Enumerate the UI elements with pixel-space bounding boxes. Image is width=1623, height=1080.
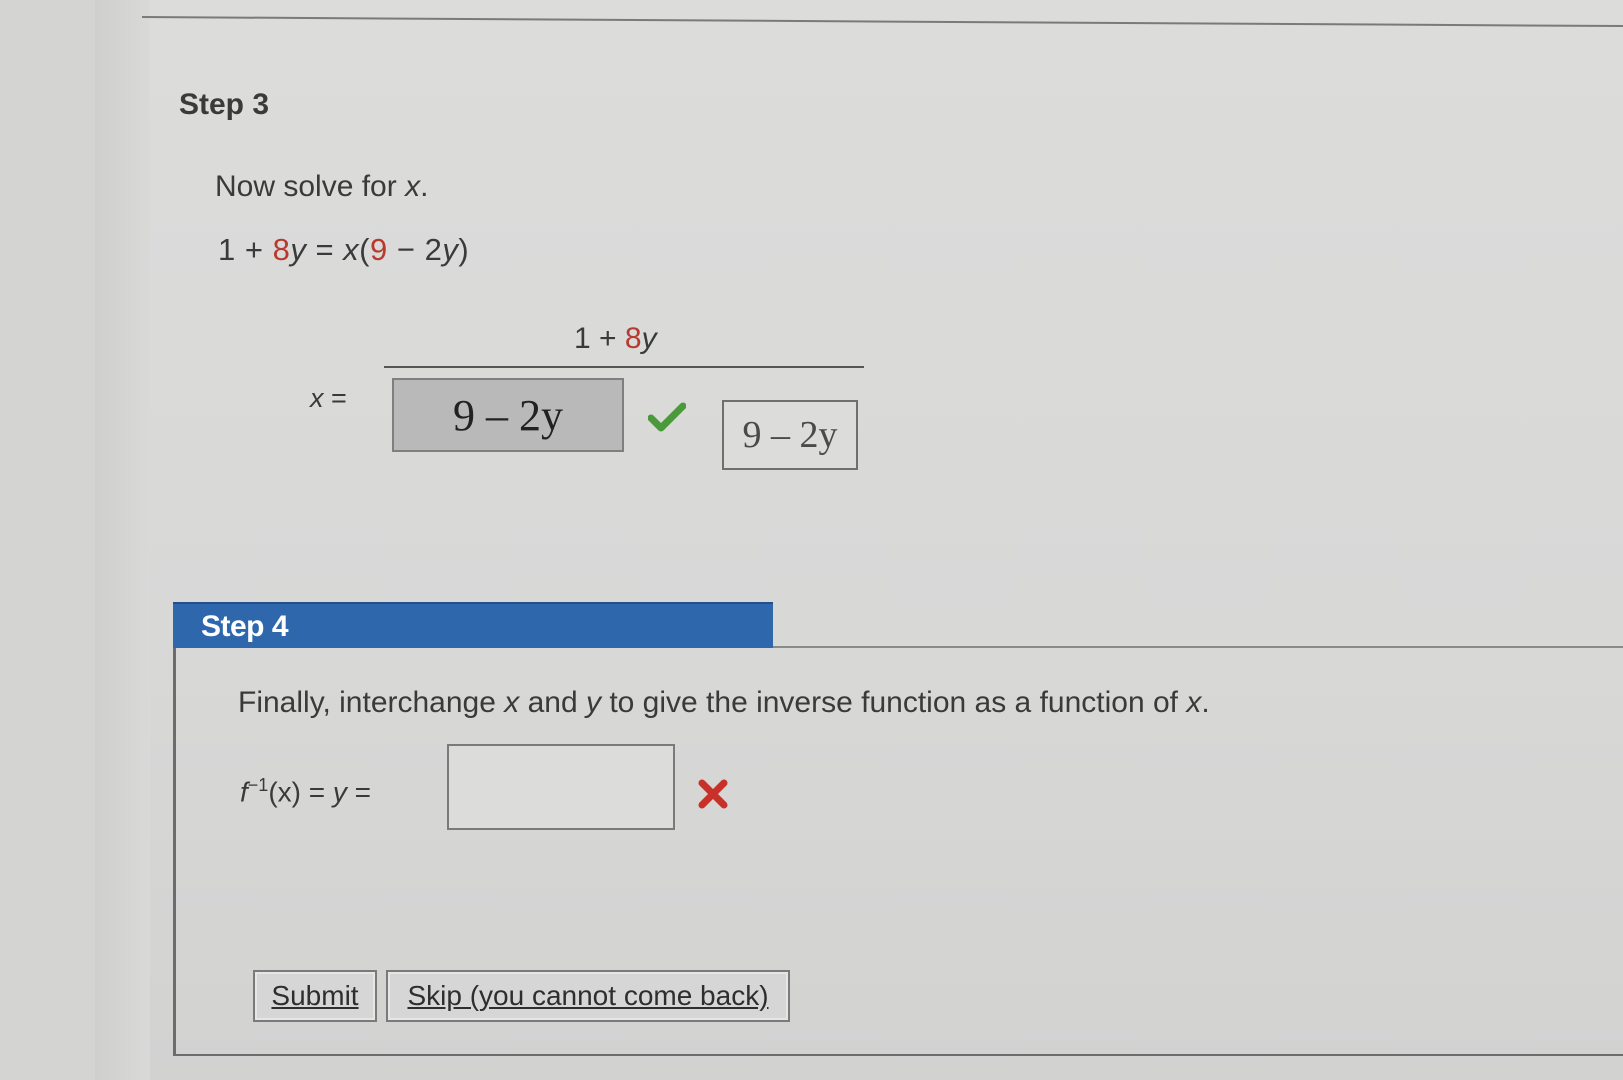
- submit-button[interactable]: Submit: [253, 970, 377, 1022]
- eq-coefficient: 8: [272, 232, 291, 267]
- equals-sign: =: [323, 383, 347, 413]
- function-name: f: [240, 776, 248, 808]
- eq-paren: ): [458, 232, 470, 267]
- prompt-variable: x: [405, 170, 421, 203]
- prompt-text: .: [1201, 686, 1210, 719]
- prompt-variable: x: [504, 686, 520, 719]
- equals-sign: =: [300, 776, 333, 808]
- prompt-variable: x: [1186, 686, 1202, 719]
- step4-title: Step 4: [201, 610, 289, 643]
- inverse-function-label: f−1(x) = y =: [240, 775, 371, 808]
- eq-equals: =: [306, 232, 344, 267]
- left-margin: [95, 0, 150, 1080]
- answer-preview: 9 – 2y: [722, 400, 858, 470]
- fraction-numerator: 1 + 8y: [574, 322, 657, 356]
- eq-variable: x: [343, 232, 360, 267]
- eq-variable: y: [442, 232, 459, 267]
- step4-prompt: Finally, interchange x and y to give the…: [238, 686, 1210, 720]
- eq-variable: y: [290, 232, 307, 267]
- eq-coefficient: 9: [370, 232, 388, 267]
- prompt-text-end: .: [420, 170, 429, 203]
- numerator-term: 1 +: [574, 322, 625, 355]
- check-icon: [648, 402, 686, 432]
- eq-term: − 2: [387, 232, 443, 267]
- y-variable: y: [332, 776, 347, 808]
- eq-term: 1 +: [218, 232, 273, 267]
- prompt-text: Finally, interchange: [238, 686, 505, 719]
- inverse-answer-input[interactable]: [447, 744, 675, 830]
- prompt-text: to give the inverse function as a functi…: [600, 686, 1187, 719]
- x-equals-label: x =: [310, 383, 347, 414]
- inverse-exponent: −1: [247, 775, 269, 795]
- fraction-bar: [384, 366, 864, 368]
- function-argument: (x): [268, 776, 301, 808]
- prompt-text: and: [519, 686, 586, 719]
- step3-title: Step 3: [179, 88, 270, 121]
- prompt-variable: y: [585, 686, 601, 719]
- x-variable: x: [310, 383, 324, 413]
- step3-equation: 1 + 8y = x(9 − 2y): [218, 232, 469, 268]
- equals-sign: =: [346, 776, 372, 808]
- step3-answer-field[interactable]: 9 – 2y: [392, 378, 624, 452]
- step4-header: Step 4: [173, 602, 773, 648]
- incorrect-x-icon: [698, 779, 728, 809]
- numerator-variable: y: [641, 322, 657, 355]
- prompt-text: Now solve for: [215, 170, 406, 203]
- eq-paren: (: [359, 232, 370, 267]
- skip-button[interactable]: Skip (you cannot come back): [386, 970, 790, 1022]
- step3-prompt: Now solve for x.: [215, 170, 428, 204]
- numerator-coefficient: 8: [624, 322, 642, 355]
